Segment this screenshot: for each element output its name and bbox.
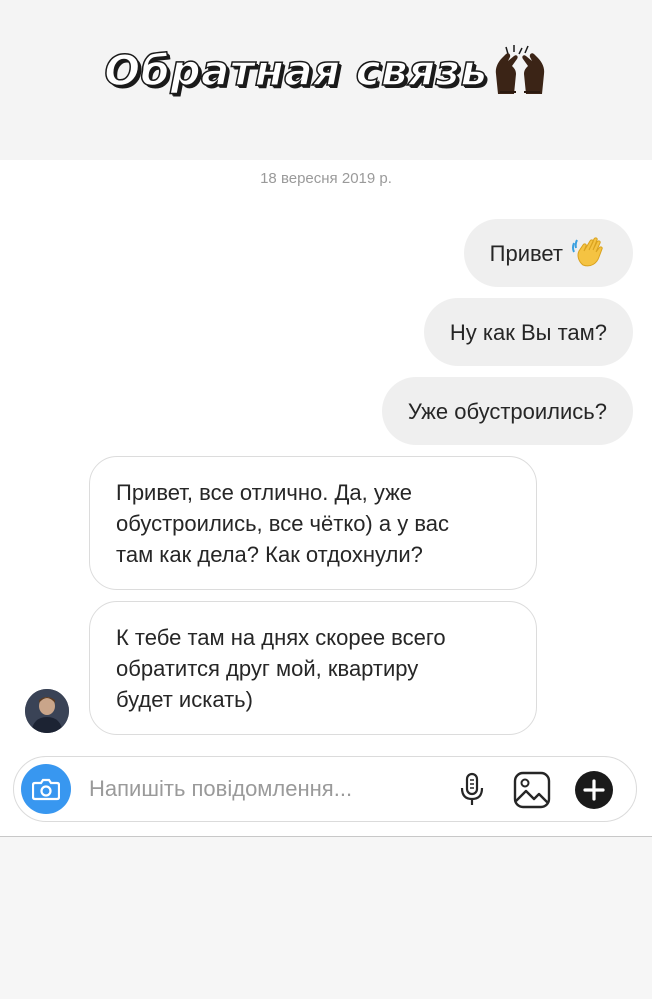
microphone-button[interactable] (452, 770, 492, 810)
camera-icon (32, 778, 60, 801)
microphone-icon (460, 772, 484, 805)
camera-button[interactable] (21, 764, 71, 814)
plus-circle-icon (575, 771, 613, 809)
add-button[interactable] (574, 770, 614, 810)
message-bubble-incoming[interactable]: Привет, все отлично. Да, уже обустроилис… (89, 456, 537, 590)
message-line: обратится друг мой, квартиру (116, 656, 419, 681)
message-bubble-outgoing[interactable]: Привет (463, 219, 633, 287)
message-line: К тебе там на днях скорее всего (116, 625, 446, 650)
message-input[interactable]: Напишіть повідомлення... (89, 757, 419, 821)
thread-date: 18 вересня 2019 р. (260, 170, 392, 187)
raising-hands-icon (495, 45, 544, 94)
message-bubble-outgoing[interactable]: Уже обустроились? (381, 377, 633, 445)
message-line: обустроились, все чётко) а у вас (116, 511, 449, 536)
message-bubble-outgoing[interactable]: Ну как Вы там? (423, 298, 633, 366)
story-header: Обратная связь (0, 0, 652, 160)
message-composer: Напишіть повідомлення... (13, 756, 637, 822)
message-line: там как дела? Как отдохнули? (116, 542, 423, 567)
message-text: Привет (489, 240, 563, 266)
waving-hand-icon (572, 237, 603, 267)
message-text: Ну как Вы там? (449, 319, 607, 345)
message-line: будет искать) (116, 687, 253, 712)
gallery-button[interactable] (512, 770, 552, 810)
message-text: Уже обустроились? (407, 398, 607, 424)
title-wrap: Обратная связь (0, 44, 652, 96)
message-bubble-incoming[interactable]: К тебе там на днях скорее всего обратитс… (89, 601, 537, 735)
gallery-icon (513, 771, 551, 809)
story-page: Обратная связь 18 вересня 2019 р. Привет (0, 0, 652, 999)
avatar-image (25, 689, 69, 733)
story-background (0, 837, 652, 999)
sender-avatar[interactable] (25, 689, 69, 733)
message-line: Привет, все отлично. Да, уже (116, 480, 413, 505)
story-title: Обратная связь (104, 45, 488, 96)
